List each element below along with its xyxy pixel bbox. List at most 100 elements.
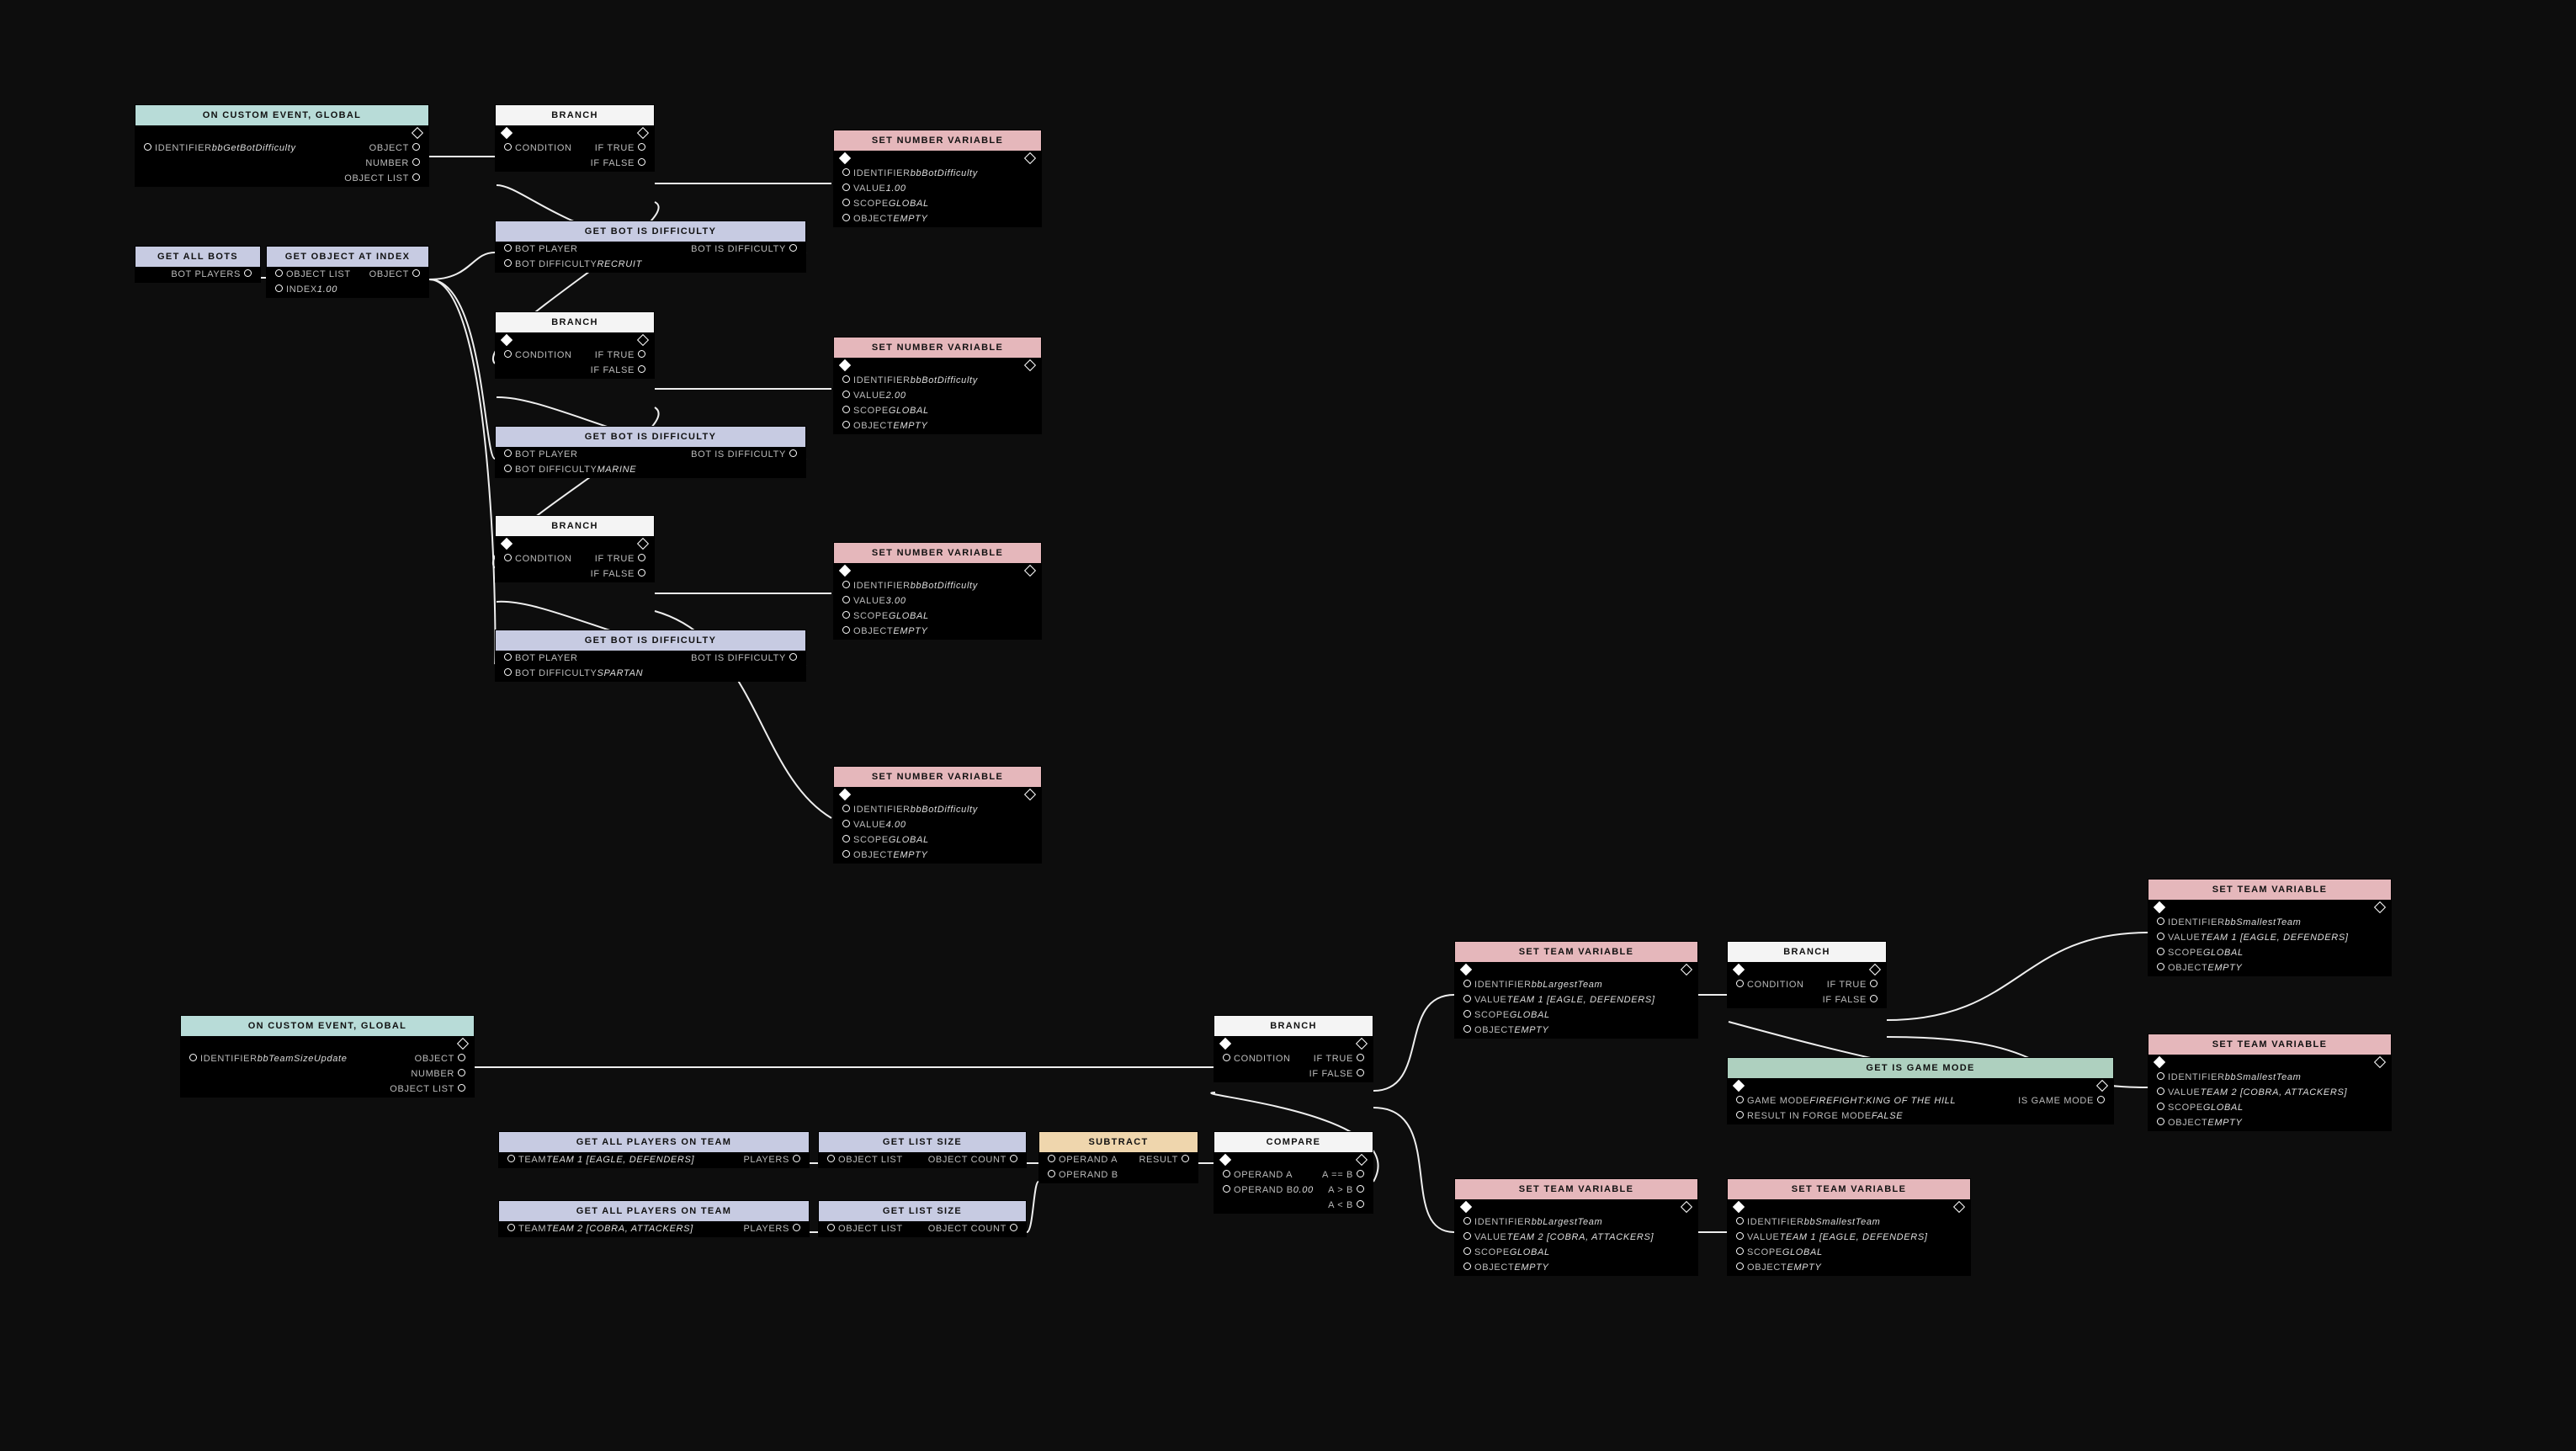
exec-in-icon[interactable]	[2154, 1056, 2165, 1068]
input-pin-icon[interactable]	[1463, 1025, 1471, 1033]
node-snv4[interactable]: SET NUMBER VARIABLEIDENTIFIERbbBotDiffic…	[833, 766, 1042, 864]
input-pin-icon[interactable]	[1463, 1010, 1471, 1018]
node-header[interactable]: GET ALL PLAYERS ON TEAM	[499, 1201, 809, 1221]
output-pin-icon[interactable]	[789, 244, 797, 252]
input-pin-icon[interactable]	[842, 850, 850, 858]
output-pin-icon[interactable]	[244, 269, 252, 277]
node-header[interactable]: BRANCH	[496, 312, 654, 332]
input-pin-icon[interactable]	[2157, 948, 2164, 955]
node-branch3[interactable]: BRANCHCONDITIONIF TRUEIF FALSE	[495, 515, 655, 582]
input-pin-icon[interactable]	[1736, 1247, 1744, 1255]
node-header[interactable]: GET IS GAME MODE	[1728, 1058, 2113, 1078]
input-pin-icon[interactable]	[1463, 995, 1471, 1002]
input-pin-icon[interactable]	[144, 143, 151, 151]
node-snv3[interactable]: SET NUMBER VARIABLEIDENTIFIERbbBotDiffic…	[833, 542, 1042, 640]
output-pin-icon[interactable]	[638, 554, 645, 561]
node-header[interactable]: GET BOT IS DIFFICULTY	[496, 427, 805, 447]
input-pin-icon[interactable]	[842, 596, 850, 603]
input-pin-icon[interactable]	[507, 1224, 515, 1231]
node-header[interactable]: GET ALL PLAYERS ON TEAM	[499, 1132, 809, 1152]
exec-out-icon[interactable]	[1681, 1201, 1692, 1213]
node-gls1[interactable]: GET LIST SIZEOBJECT LISTOBJECT COUNT	[818, 1131, 1027, 1168]
node-header[interactable]: GET BOT IS DIFFICULTY	[496, 630, 805, 651]
exec-in-icon[interactable]	[839, 152, 851, 164]
node-gls2[interactable]: GET LIST SIZEOBJECT LISTOBJECT COUNT	[818, 1200, 1027, 1237]
output-pin-icon[interactable]	[1010, 1155, 1017, 1162]
exec-in-icon[interactable]	[1733, 1080, 1745, 1092]
exec-out-icon[interactable]	[1356, 1038, 1368, 1050]
input-pin-icon[interactable]	[1463, 1217, 1471, 1225]
input-pin-icon[interactable]	[842, 391, 850, 398]
input-pin-icon[interactable]	[1736, 1262, 1744, 1270]
input-pin-icon[interactable]	[1736, 1111, 1744, 1119]
input-pin-icon[interactable]	[2157, 1103, 2164, 1110]
output-pin-icon[interactable]	[1357, 1185, 1364, 1193]
node-snv2[interactable]: SET NUMBER VARIABLEIDENTIFIERbbBotDiffic…	[833, 337, 1042, 434]
input-pin-icon[interactable]	[1736, 1096, 1744, 1103]
exec-in-icon[interactable]	[839, 789, 851, 800]
node-header[interactable]: SET NUMBER VARIABLE	[834, 130, 1041, 151]
exec-in-icon[interactable]	[2154, 901, 2165, 913]
node-getallbots[interactable]: GET ALL BOTSBOT PLAYERS	[135, 246, 261, 283]
node-header[interactable]: COMPARE	[1214, 1132, 1373, 1152]
input-pin-icon[interactable]	[842, 611, 850, 619]
node-stv3[interactable]: SET TEAM VARIABLEIDENTIFIERbbSmallestTea…	[1727, 1178, 1971, 1276]
exec-out-icon[interactable]	[637, 127, 649, 139]
node-branch5[interactable]: BRANCHCONDITIONIF TRUEIF FALSE	[1727, 941, 1887, 1008]
input-pin-icon[interactable]	[504, 143, 512, 151]
input-pin-icon[interactable]	[842, 626, 850, 634]
output-pin-icon[interactable]	[1357, 1069, 1364, 1076]
node-header[interactable]: SET TEAM VARIABLE	[1728, 1179, 1970, 1199]
input-pin-icon[interactable]	[1736, 1217, 1744, 1225]
exec-out-icon[interactable]	[637, 538, 649, 550]
output-pin-icon[interactable]	[1870, 980, 1878, 987]
input-pin-icon[interactable]	[2157, 1072, 2164, 1080]
input-pin-icon[interactable]	[2157, 917, 2164, 925]
input-pin-icon[interactable]	[1463, 1232, 1471, 1240]
node-gap2[interactable]: GET ALL PLAYERS ON TEAMTEAMTEAM 2 [COBRA…	[498, 1200, 810, 1237]
input-pin-icon[interactable]	[1048, 1155, 1055, 1162]
output-pin-icon[interactable]	[638, 365, 645, 373]
output-pin-icon[interactable]	[412, 143, 420, 151]
node-objidx[interactable]: GET OBJECT AT INDEXOBJECT LISTOBJECTINDE…	[266, 246, 429, 298]
node-header[interactable]: ON CUSTOM EVENT, GLOBAL	[135, 105, 428, 125]
exec-out-icon[interactable]	[457, 1038, 469, 1050]
output-pin-icon[interactable]	[1357, 1170, 1364, 1177]
output-pin-icon[interactable]	[789, 653, 797, 661]
node-header[interactable]: ON CUSTOM EVENT, GLOBAL	[181, 1016, 474, 1036]
input-pin-icon[interactable]	[275, 284, 283, 292]
input-pin-icon[interactable]	[842, 168, 850, 176]
input-pin-icon[interactable]	[1048, 1170, 1055, 1177]
output-pin-icon[interactable]	[1010, 1224, 1017, 1231]
node-branch2[interactable]: BRANCHCONDITIONIF TRUEIF FALSE	[495, 311, 655, 379]
exec-out-icon[interactable]	[1024, 565, 1036, 577]
exec-out-icon[interactable]	[2374, 901, 2386, 913]
input-pin-icon[interactable]	[504, 259, 512, 267]
exec-in-icon[interactable]	[1733, 1201, 1745, 1213]
node-header[interactable]: GET LIST SIZE	[819, 1132, 1026, 1152]
exec-in-icon[interactable]	[839, 565, 851, 577]
input-pin-icon[interactable]	[1736, 980, 1744, 987]
exec-out-icon[interactable]	[1953, 1201, 1965, 1213]
input-pin-icon[interactable]	[842, 820, 850, 827]
exec-in-icon[interactable]	[1460, 964, 1472, 975]
exec-in-icon[interactable]	[501, 127, 513, 139]
exec-in-icon[interactable]	[1219, 1154, 1231, 1166]
node-header[interactable]: SET TEAM VARIABLE	[1455, 942, 1697, 962]
output-pin-icon[interactable]	[458, 1069, 465, 1076]
node-stv5[interactable]: SET TEAM VARIABLEIDENTIFIERbbSmallestTea…	[2148, 1034, 2392, 1131]
exec-in-icon[interactable]	[839, 359, 851, 371]
output-pin-icon[interactable]	[412, 173, 420, 181]
node-header[interactable]: GET OBJECT AT INDEX	[267, 247, 428, 267]
input-pin-icon[interactable]	[1736, 1232, 1744, 1240]
input-pin-icon[interactable]	[504, 244, 512, 252]
input-pin-icon[interactable]	[504, 465, 512, 472]
node-header[interactable]: SET NUMBER VARIABLE	[834, 767, 1041, 787]
exec-out-icon[interactable]	[1024, 789, 1036, 800]
input-pin-icon[interactable]	[507, 1155, 515, 1162]
node-header[interactable]: BRANCH	[496, 105, 654, 125]
exec-out-icon[interactable]	[1869, 964, 1881, 975]
input-pin-icon[interactable]	[504, 653, 512, 661]
node-gbd1[interactable]: GET BOT IS DIFFICULTYBOT PLAYERBOT IS DI…	[495, 221, 806, 273]
exec-out-icon[interactable]	[1024, 359, 1036, 371]
